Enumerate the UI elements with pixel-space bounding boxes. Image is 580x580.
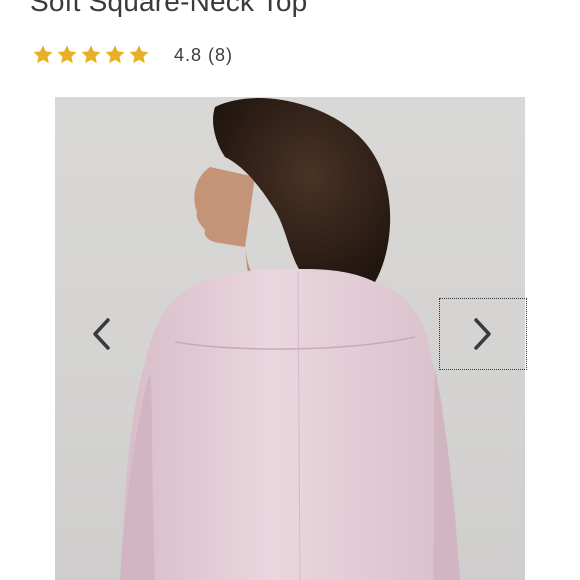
star-icon [57, 45, 77, 64]
star-rating [32, 44, 150, 66]
rating-value: 4.8 (8) [174, 44, 234, 65]
product-title: Soft Square-Neck Top [30, 0, 308, 17]
star-icon [105, 45, 125, 64]
rating-row[interactable]: 4.8 (8) [32, 40, 233, 70]
star-icon [129, 45, 149, 64]
star-icon [81, 45, 101, 64]
star-icon [33, 45, 53, 64]
previous-image-button[interactable] [57, 298, 145, 370]
next-image-button[interactable] [439, 298, 527, 370]
chevron-right-icon [474, 318, 491, 350]
chevron-left-icon [93, 318, 110, 350]
